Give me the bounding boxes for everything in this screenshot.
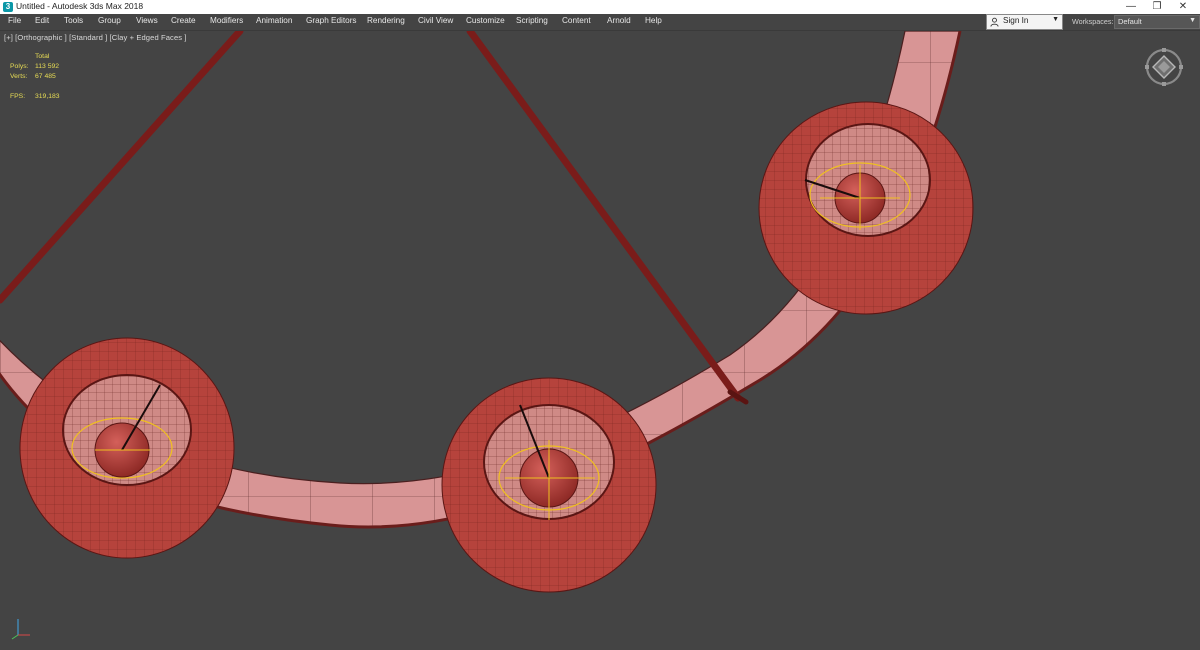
- lamp-shade-left: [19, 337, 235, 559]
- menu-group[interactable]: Group: [98, 16, 121, 25]
- scene-render: [0, 31, 974, 593]
- sign-in-dropdown[interactable]: Sign In ▼: [986, 14, 1063, 30]
- menu-create[interactable]: Create: [171, 16, 196, 25]
- fps-label: FPS:: [10, 93, 26, 100]
- menu-civil-view[interactable]: Civil View: [418, 16, 453, 25]
- sign-in-label: Sign In: [1003, 16, 1029, 25]
- lamp-shade-right: [758, 101, 974, 315]
- menu-scripting[interactable]: Scripting: [516, 16, 548, 25]
- workspaces-select[interactable]: Default ▼: [1114, 15, 1200, 29]
- verts-label: Verts:: [10, 73, 28, 80]
- menu-file[interactable]: File: [8, 16, 21, 25]
- viewport-orthographic[interactable]: [+] [Orthographic ] [Standard ] [Clay + …: [0, 31, 1200, 650]
- close-button[interactable]: ✕: [1170, 0, 1196, 14]
- stats-header: Total: [35, 53, 50, 60]
- menu-content[interactable]: Content: [562, 16, 591, 25]
- maximize-button[interactable]: ❐: [1144, 0, 1170, 14]
- workspaces-label: Workspaces:: [1072, 17, 1114, 26]
- rod-center: [466, 31, 742, 402]
- title-bar: 3 Untitled - Autodesk 3ds Max 2018 — ❐ ✕: [0, 0, 1200, 15]
- menu-modifiers[interactable]: Modifiers: [210, 16, 243, 25]
- menu-tools[interactable]: Tools: [64, 16, 83, 25]
- menu-customize[interactable]: Customize: [466, 16, 505, 25]
- app-logo-icon: 3: [3, 2, 13, 12]
- workspaces-value: Default: [1118, 17, 1142, 26]
- minimize-button[interactable]: —: [1118, 0, 1144, 14]
- verts-value: 67 485: [35, 73, 56, 80]
- user-icon: [990, 17, 999, 27]
- menu-edit[interactable]: Edit: [35, 16, 49, 25]
- menu-rendering[interactable]: Rendering: [367, 16, 405, 25]
- viewport-label[interactable]: [+] [Orthographic ] [Standard ] [Clay + …: [4, 33, 187, 42]
- chevron-down-icon: ▼: [1052, 16, 1059, 23]
- polys-value: 113 592: [35, 63, 60, 70]
- fps-value: 319,183: [35, 93, 60, 100]
- window-title: Untitled - Autodesk 3ds Max 2018: [16, 1, 144, 11]
- menu-help[interactable]: Help: [645, 16, 662, 25]
- menu-animation[interactable]: Animation: [256, 16, 292, 25]
- viewcube-icon[interactable]: [1144, 47, 1184, 87]
- polys-label: Polys:: [10, 63, 29, 70]
- axis-tripod-icon: [11, 619, 30, 640]
- lamp-shade-center: [441, 377, 657, 593]
- menu-graph-editors[interactable]: Graph Editors: [306, 16, 357, 25]
- rod-left: [0, 31, 244, 304]
- menu-arnold[interactable]: Arnold: [607, 16, 631, 25]
- chevron-down-icon: ▼: [1189, 17, 1196, 24]
- menu-views[interactable]: Views: [136, 16, 158, 25]
